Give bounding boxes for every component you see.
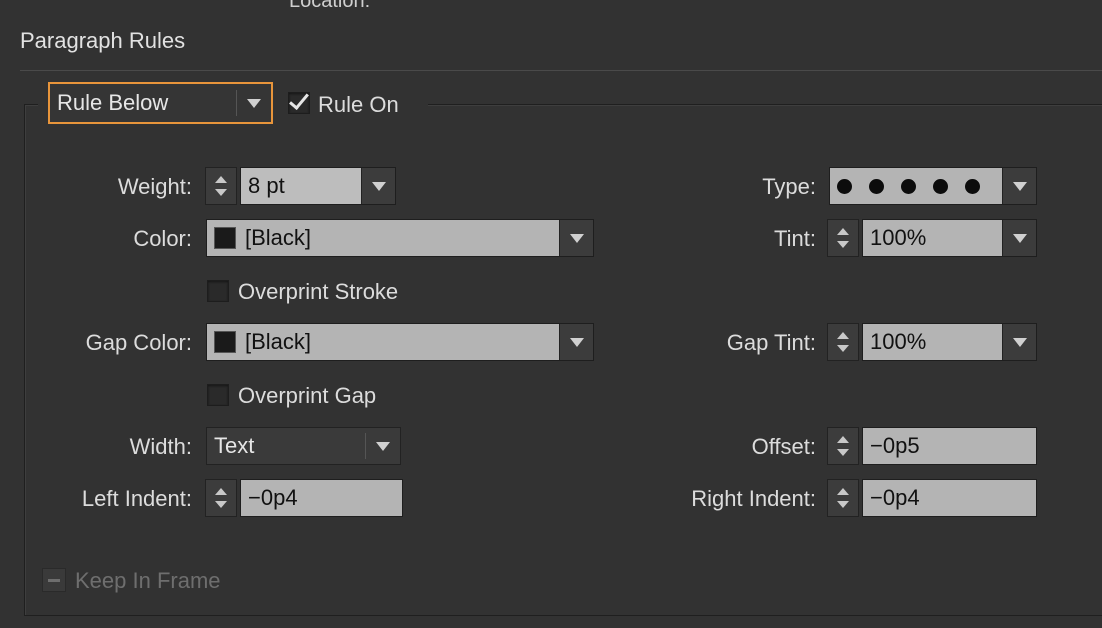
weight-label: Weight:	[117, 174, 192, 199]
gap-tint-label: Gap Tint:	[726, 330, 816, 355]
rule-type-dropdown[interactable]: Rule Below	[48, 82, 273, 124]
offset-label: Offset:	[751, 434, 816, 459]
dot-icon	[869, 178, 884, 194]
left-indent-input[interactable]: −0p4	[240, 479, 403, 517]
type-label: Type:	[762, 174, 816, 199]
up-arrow-icon	[837, 332, 849, 339]
overprint-stroke-label: Overprint Stroke	[238, 279, 399, 304]
keep-in-frame-checkbox[interactable]	[42, 568, 66, 592]
chevron-down-icon[interactable]	[1002, 168, 1036, 204]
rule-on-label: Rule On	[318, 92, 399, 117]
down-arrow-icon	[837, 501, 849, 508]
right-indent-input[interactable]: −0p4	[862, 479, 1037, 517]
gap-color-dropdown[interactable]: [Black]	[206, 323, 594, 361]
chevron-down-icon[interactable]	[559, 324, 593, 360]
gap-color-value: [Black]	[207, 324, 559, 360]
offset-input[interactable]: −0p5	[862, 427, 1037, 465]
dot-icon	[965, 178, 980, 194]
up-arrow-icon	[837, 436, 849, 443]
chevron-down-icon	[366, 441, 400, 451]
left-indent-label: Left Indent:	[81, 486, 192, 511]
gap-color-label: Gap Color:	[85, 330, 192, 355]
mixed-state-icon	[48, 579, 60, 582]
location-label-cut: Location:	[289, 0, 371, 12]
down-arrow-icon	[215, 189, 227, 196]
up-arrow-icon	[837, 228, 849, 235]
section-title: Paragraph Rules	[20, 28, 186, 53]
up-arrow-icon	[215, 488, 227, 495]
chevron-down-icon[interactable]	[559, 220, 593, 256]
type-dropdown[interactable]	[829, 167, 1037, 205]
tint-combo[interactable]: 100%	[862, 219, 1037, 257]
color-text: [Black]	[245, 225, 312, 250]
checkmark-icon	[289, 89, 309, 110]
divider	[20, 70, 1102, 71]
tint-label: Tint:	[774, 226, 816, 251]
color-dropdown[interactable]: [Black]	[206, 219, 594, 257]
right-indent-label: Right Indent:	[691, 486, 816, 511]
tint-stepper[interactable]	[827, 219, 859, 257]
type-pattern-dots	[830, 168, 1002, 204]
chevron-down-icon[interactable]	[1002, 220, 1036, 256]
down-arrow-icon	[837, 449, 849, 456]
gap-tint-stepper[interactable]	[827, 323, 859, 361]
tint-input[interactable]: 100%	[863, 220, 1002, 256]
rule-on-checkbox[interactable]	[288, 89, 310, 114]
chevron-down-icon[interactable]	[1002, 324, 1036, 360]
weight-combo[interactable]: 8 pt	[240, 167, 396, 205]
color-label: Color:	[133, 226, 192, 251]
keep-in-frame-label: Keep In Frame	[75, 568, 221, 593]
gap-color-swatch	[214, 331, 236, 353]
color-value: [Black]	[207, 220, 559, 256]
down-arrow-icon	[837, 345, 849, 352]
gap-tint-input[interactable]: 100%	[863, 324, 1002, 360]
width-label: Width:	[129, 434, 192, 459]
weight-input[interactable]: 8 pt	[241, 168, 361, 204]
dot-icon	[933, 178, 948, 194]
dot-icon	[837, 178, 852, 194]
up-arrow-icon	[215, 176, 227, 183]
down-arrow-icon	[215, 501, 227, 508]
right-indent-stepper[interactable]	[827, 479, 859, 517]
overprint-stroke-checkbox[interactable]	[207, 280, 229, 302]
chevron-down-icon[interactable]	[361, 168, 395, 204]
overprint-gap-label: Overprint Gap	[238, 383, 377, 408]
width-value: Text	[214, 433, 255, 458]
down-arrow-icon	[837, 241, 849, 248]
dot-icon	[901, 178, 916, 194]
chevron-down-icon	[237, 98, 271, 108]
width-dropdown[interactable]: Text	[206, 427, 401, 465]
rule-type-value: Rule Below	[57, 90, 169, 115]
offset-stepper[interactable]	[827, 427, 859, 465]
weight-stepper[interactable]	[205, 167, 237, 205]
gap-color-text: [Black]	[245, 329, 312, 354]
gap-tint-combo[interactable]: 100%	[862, 323, 1037, 361]
up-arrow-icon	[837, 488, 849, 495]
color-swatch	[214, 227, 236, 249]
overprint-gap-checkbox[interactable]	[207, 384, 229, 406]
left-indent-stepper[interactable]	[205, 479, 237, 517]
